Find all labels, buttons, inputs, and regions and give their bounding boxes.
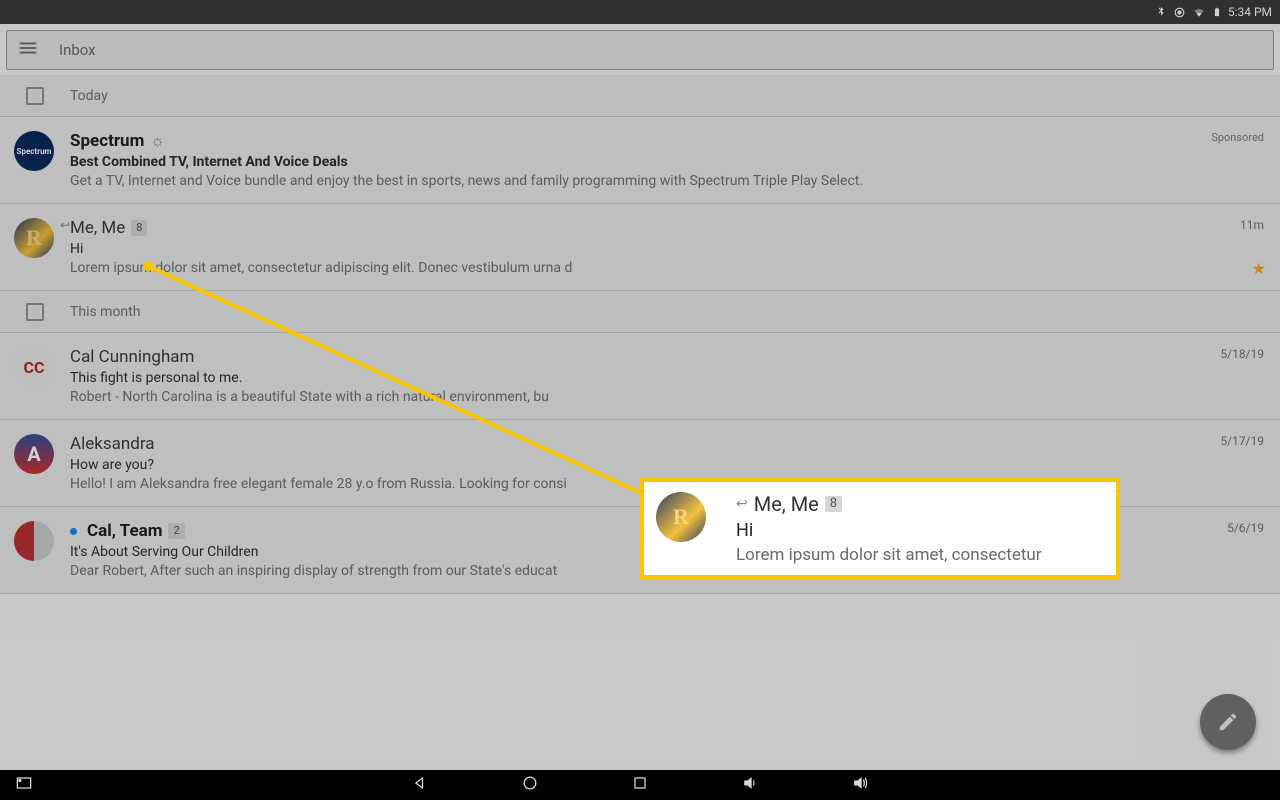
- pencil-icon: [1217, 711, 1239, 733]
- meta-sponsored: Sponsored: [1211, 131, 1264, 144]
- annotation-callout: R ↩ Me, Me 8 Hi Lorem ipsum dolor sit am…: [640, 478, 1120, 579]
- section-thismonth: This month: [0, 291, 1280, 333]
- email-row[interactable]: ↩ R Me, Me 8 Hi Lorem ipsum dolor sit am…: [0, 204, 1280, 291]
- screenshot-icon[interactable]: [14, 773, 34, 797]
- preview: Robert - North Carolina is a beautiful S…: [70, 389, 1264, 405]
- compose-fab[interactable]: [1200, 694, 1256, 750]
- meta-date: 5/6/19: [1227, 521, 1264, 535]
- search-bar[interactable]: Inbox: [6, 30, 1274, 70]
- clock-text: 5:34 PM: [1228, 5, 1272, 19]
- hamburger-icon[interactable]: [17, 37, 39, 63]
- sender: Cal, Team: [87, 521, 162, 541]
- meta-time: 11m: [1240, 218, 1264, 232]
- nav-bar: [0, 770, 1280, 800]
- preview: Get a TV, Internet and Voice bundle and …: [70, 173, 1264, 189]
- unread-dot: [70, 528, 77, 535]
- subject: Hi: [736, 520, 1104, 541]
- status-bar: 5:34 PM: [0, 0, 1280, 24]
- select-all-checkbox[interactable]: [26, 303, 44, 321]
- subject: Best Combined TV, Internet And Voice Dea…: [70, 154, 1264, 170]
- sender: Spectrum: [70, 131, 144, 151]
- avatar: CC: [14, 347, 54, 387]
- sun-icon: ☼: [150, 131, 165, 151]
- section-label: Today: [70, 88, 108, 104]
- email-row[interactable]: CC Cal Cunningham This fight is personal…: [0, 333, 1280, 420]
- avatar: R: [14, 218, 54, 258]
- section-label: This month: [70, 304, 140, 320]
- sender: Aleksandra: [70, 434, 155, 454]
- back-button[interactable]: [410, 773, 430, 797]
- home-button[interactable]: [520, 773, 540, 797]
- bluetooth-icon: [1155, 6, 1167, 18]
- subject: Hi: [70, 241, 1264, 257]
- sync-icon: [1173, 6, 1186, 19]
- app-container: Inbox Today Spectrum Spectrum ☼ Best Com…: [0, 24, 1280, 770]
- select-all-checkbox[interactable]: [26, 87, 44, 105]
- avatar: A: [14, 434, 54, 474]
- preview: Lorem ipsum dolor sit amet, consectetur: [736, 545, 1104, 565]
- wifi-icon: [1192, 5, 1206, 19]
- meta-date: 5/18/19: [1220, 347, 1264, 361]
- header-title: Inbox: [59, 41, 96, 59]
- email-row-sponsored[interactable]: Spectrum Spectrum ☼ Best Combined TV, In…: [0, 117, 1280, 204]
- star-icon[interactable]: ★: [1252, 259, 1266, 278]
- avatar: R: [656, 492, 706, 542]
- sender: Cal Cunningham: [70, 347, 194, 367]
- reply-icon: ↩: [736, 496, 748, 512]
- preview: Lorem ipsum dolor sit amet, consectetur …: [70, 260, 1264, 276]
- volume-up-button[interactable]: [850, 773, 870, 797]
- section-today: Today: [0, 75, 1280, 117]
- subject: This fight is personal to me.: [70, 370, 1264, 386]
- avatar: [14, 521, 54, 561]
- app-header: Inbox: [0, 24, 1280, 75]
- recent-button[interactable]: [630, 773, 650, 797]
- count-badge: 2: [168, 523, 184, 539]
- battery-icon: [1212, 5, 1222, 19]
- avatar: Spectrum: [14, 131, 54, 171]
- subject: How are you?: [70, 457, 1264, 473]
- count-badge: 8: [131, 220, 147, 236]
- sender: Me, Me: [754, 492, 819, 516]
- sender: Me, Me: [70, 218, 125, 238]
- meta-date: 5/17/19: [1220, 434, 1264, 448]
- count-badge: 8: [825, 496, 842, 512]
- reply-icon: ↩: [60, 218, 70, 232]
- volume-down-button[interactable]: [740, 773, 760, 797]
